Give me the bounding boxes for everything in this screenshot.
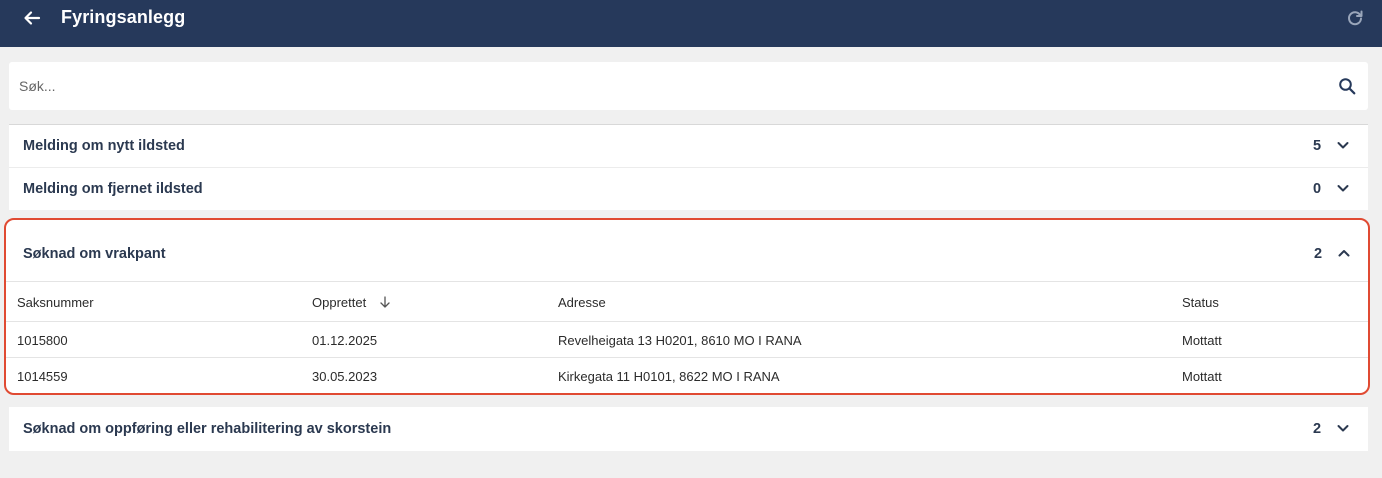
- cell-status: Mottatt: [1182, 333, 1222, 348]
- section-soknad-skorstein[interactable]: Søknad om oppføring eller rehabilitering…: [9, 407, 1368, 451]
- section-melding-nytt-ildsted[interactable]: Melding om nytt ildsted 5: [9, 125, 1368, 167]
- section-title: Melding om fjernet ildsted: [23, 181, 203, 197]
- cell-opprettet: 01.12.2025: [312, 333, 378, 348]
- cell-saksnummer: 1014559: [17, 369, 68, 384]
- table-row[interactable]: 1015800 01.12.2025 Revelheigata 13 H0201…: [6, 322, 1368, 358]
- chevron-up-icon[interactable]: [1337, 246, 1351, 260]
- cell-adresse: Revelheigata 13 H0201, 8610 MO I RANA: [558, 333, 802, 348]
- section-count: 0: [1313, 181, 1322, 197]
- section-melding-fjernet-ildsted[interactable]: Melding om fjernet ildsted 0: [9, 168, 1368, 210]
- cell-opprettet: 30.05.2023: [312, 369, 378, 384]
- section-count: 2: [1313, 421, 1322, 437]
- section-list: Melding om nytt ildsted 5 Melding om fje…: [9, 124, 1368, 210]
- section-count: 2: [1314, 246, 1323, 262]
- cell-adresse: Kirkegata 11 H0101, 8622 MO I RANA: [558, 369, 780, 384]
- chevron-down-icon[interactable]: [1336, 421, 1350, 435]
- search-icon[interactable]: [1338, 77, 1356, 95]
- section-title: Søknad om vrakpant: [23, 246, 166, 262]
- section-title: Søknad om oppføring eller rehabilitering…: [23, 421, 392, 437]
- cell-status: Mottatt: [1182, 369, 1222, 384]
- chevron-down-icon[interactable]: [1336, 181, 1350, 195]
- chevron-down-icon[interactable]: [1336, 138, 1350, 152]
- section-header-soknad-vrakpant[interactable]: Søknad om vrakpant 2: [6, 220, 1368, 282]
- column-header-saksnummer[interactable]: Saksnummer: [17, 295, 94, 310]
- arrow-left-icon[interactable]: [22, 8, 42, 28]
- refresh-icon[interactable]: [1346, 9, 1364, 27]
- table-row[interactable]: 1014559 30.05.2023 Kirkegata 11 H0101, 8…: [6, 358, 1368, 393]
- section-count: 5: [1313, 138, 1322, 154]
- arrow-down-icon[interactable]: [379, 296, 391, 308]
- section-soknad-vrakpant: Søknad om vrakpant 2 Saksnummer Opprette…: [4, 218, 1370, 395]
- search-bar: [9, 62, 1368, 110]
- cell-saksnummer: 1015800: [17, 333, 68, 348]
- table-divider: [6, 281, 1368, 282]
- column-header-adresse[interactable]: Adresse: [558, 295, 606, 310]
- column-header-opprettet[interactable]: Opprettet: [312, 295, 366, 310]
- section-title: Melding om nytt ildsted: [23, 138, 185, 154]
- search-input[interactable]: [19, 62, 1319, 110]
- column-header-status[interactable]: Status: [1182, 295, 1219, 310]
- app-header: Fyringsanlegg: [0, 0, 1382, 47]
- page-title: Fyringsanlegg: [61, 7, 186, 27]
